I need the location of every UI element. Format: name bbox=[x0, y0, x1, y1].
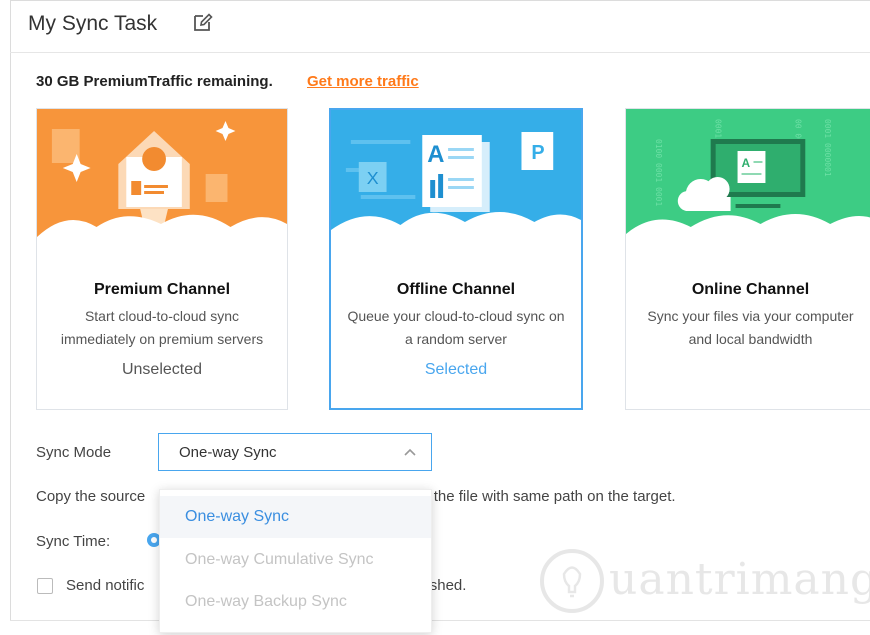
channel-description: Queue your cloud-to-cloud sync on a rand… bbox=[339, 305, 573, 351]
channel-description: Sync your files via your computer and lo… bbox=[634, 305, 867, 351]
traffic-remaining: 30 GB PremiumTraffic remaining. bbox=[36, 73, 273, 90]
notification-text: ished. bbox=[426, 577, 467, 594]
page-title: My Sync Task bbox=[28, 12, 158, 35]
offline-channel-card[interactable]: X P A Offline Channel Queue your cloud-t… bbox=[329, 108, 583, 410]
dropdown-option-one-way-cumulative-sync: One-way Cumulative Sync bbox=[185, 551, 374, 568]
description-text: Copy the source bbox=[36, 488, 146, 505]
watermark-text: uantrimang bbox=[609, 554, 870, 605]
channel-desc-line: Queue your cloud-to-cloud sync on bbox=[347, 308, 565, 324]
dropdown-option-one-way-backup-sync: One-way Backup Sync bbox=[185, 593, 347, 610]
sync-mode-label: Sync Mode bbox=[36, 444, 112, 461]
sync-mode-select[interactable]: One-way Sync bbox=[158, 433, 432, 471]
description-text: o the file with same path on the target. bbox=[421, 488, 676, 505]
channel-desc-line: and local bandwidth bbox=[688, 331, 813, 347]
svg-text:X: X bbox=[367, 168, 379, 188]
channel-desc-line: a random server bbox=[405, 331, 507, 347]
divider bbox=[10, 620, 870, 621]
sync-mode-dropdown: One-way Sync One-way Cumulative Sync One… bbox=[159, 489, 432, 633]
channel-desc-line: Sync your files via your computer bbox=[647, 308, 854, 324]
channel-description: Start cloud-to-cloud sync immediately on… bbox=[45, 305, 279, 351]
offline-documents-illustration: X P A bbox=[331, 110, 581, 265]
dropdown-option-one-way-sync[interactable]: One-way Sync bbox=[160, 496, 431, 538]
channel-desc-line: immediately on premium servers bbox=[60, 331, 264, 347]
online-computer-illustration: 0100 0001 0001 0001 000001 00 000001 000… bbox=[626, 109, 870, 264]
notification-text: Send notific bbox=[66, 577, 145, 594]
channel-name: Offline Channel bbox=[396, 281, 516, 298]
chevron-up-icon bbox=[404, 448, 416, 456]
online-channel-card[interactable]: 0100 0001 0001 0001 000001 00 000001 000… bbox=[625, 108, 870, 410]
edit-icon[interactable] bbox=[192, 11, 214, 33]
channel-status: Selected bbox=[424, 361, 488, 378]
sync-mode-value: One-way Sync bbox=[179, 444, 277, 461]
sync-time-label: Sync Time: bbox=[36, 533, 111, 550]
svg-text:0001 0000001: 0001 0000001 bbox=[823, 119, 832, 177]
svg-text:A: A bbox=[427, 141, 444, 168]
premium-rocket-illustration bbox=[37, 109, 287, 264]
premium-channel-card[interactable]: Premium Channel Start cloud-to-cloud syn… bbox=[36, 108, 288, 410]
lightbulb-icon bbox=[540, 549, 604, 613]
send-notification-checkbox[interactable] bbox=[37, 578, 53, 594]
channel-status: Unselected bbox=[121, 361, 203, 378]
channel-name: Premium Channel bbox=[93, 281, 231, 298]
svg-text:P: P bbox=[531, 142, 544, 164]
channel-name: Online Channel bbox=[691, 281, 810, 298]
get-more-traffic-link[interactable]: Get more traffic bbox=[307, 73, 419, 90]
svg-text:0100 0001 0001: 0100 0001 0001 bbox=[654, 139, 663, 207]
watermark: uantrimang bbox=[537, 546, 870, 616]
svg-text:A: A bbox=[742, 156, 751, 170]
channel-desc-line: Start cloud-to-cloud sync bbox=[84, 308, 240, 324]
